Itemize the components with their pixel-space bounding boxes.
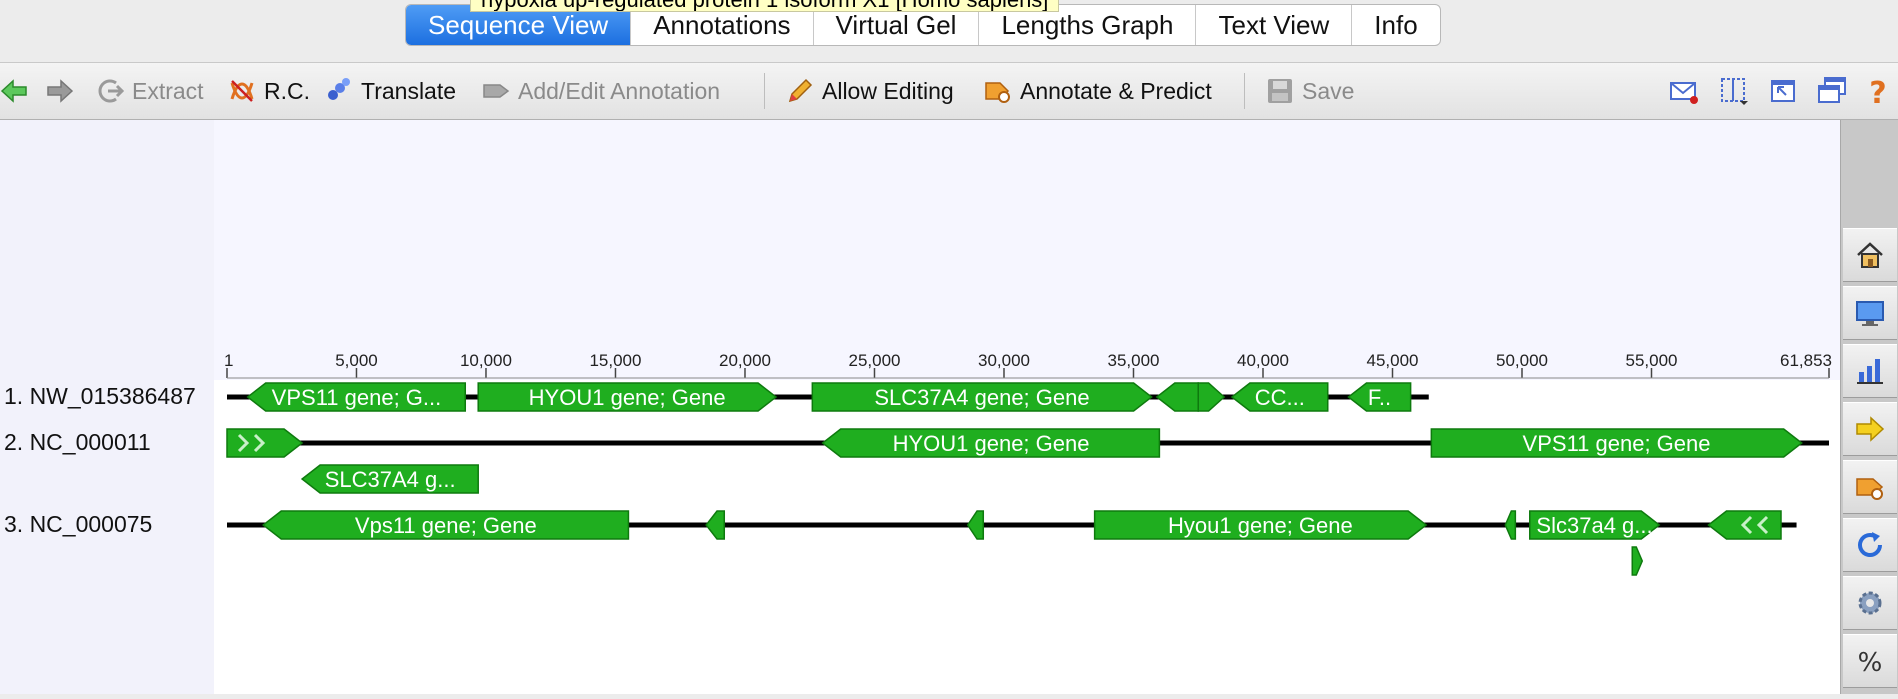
sequence-tracks: 1 5,000 10,000 15,000 20,000 25,000 30,000 35,0… xyxy=(0,120,1840,694)
ruler-tick-label: 5,000 xyxy=(335,351,378,370)
extract-label: Extract xyxy=(132,77,204,104)
arrow-left-icon xyxy=(0,77,28,105)
arrow-right-icon xyxy=(1856,416,1885,442)
svg-text:%: % xyxy=(1858,648,1883,677)
reverse-complement-icon xyxy=(228,77,256,105)
toolbar-separator xyxy=(1244,73,1245,109)
ruler-tick-label: 15,000 xyxy=(589,351,641,370)
bar-chart-icon xyxy=(1857,359,1883,384)
translate-label: Translate xyxy=(361,77,457,104)
annotation-feature xyxy=(1631,546,1644,576)
translate-button[interactable]: Translate xyxy=(325,63,456,119)
annotation-feature xyxy=(966,510,985,540)
translate-icon xyxy=(325,77,353,105)
refresh-icon xyxy=(1858,532,1882,557)
save-icon xyxy=(1266,77,1294,105)
display-button[interactable] xyxy=(1843,286,1897,340)
annotation-feature xyxy=(1197,382,1226,412)
annotation-label: VPS11 gene; G... xyxy=(272,385,442,410)
ruler-tick-label: 25,000 xyxy=(848,351,900,370)
annotate-icon xyxy=(1856,478,1884,500)
ruler-tick-label: 55,000 xyxy=(1626,351,1678,370)
annotation-label: CC... xyxy=(1255,385,1305,410)
email-icon[interactable] xyxy=(1668,75,1700,107)
sequence-view: 1. NW_015386487 2. NC_000011 3. NC_00007… xyxy=(0,120,1840,694)
split-view-icon[interactable] xyxy=(1718,75,1750,107)
monitor-icon xyxy=(1856,301,1884,326)
annotation-feature xyxy=(1155,382,1199,412)
tab-info[interactable]: Info xyxy=(1352,5,1439,45)
ruler-tick-label: 1 xyxy=(224,351,233,370)
annotation-label: VPS11 gene; Gene xyxy=(1523,431,1711,456)
settings-button[interactable] xyxy=(1843,576,1897,630)
ruler-tick-label: 10,000 xyxy=(460,351,512,370)
annotate-button[interactable] xyxy=(1843,460,1897,514)
annotate-predict-label: Annotate & Predict xyxy=(1020,77,1212,104)
annotation-label: SLC37A4 g... xyxy=(325,467,456,492)
help-icon[interactable]: ? xyxy=(1862,75,1894,107)
side-panel: % xyxy=(1840,120,1898,694)
rc-label: R.C. xyxy=(264,77,310,104)
annotation-label: F.. xyxy=(1368,385,1391,410)
annotation-feature xyxy=(1504,510,1517,540)
refresh-button[interactable] xyxy=(1843,518,1897,572)
back-button[interactable] xyxy=(0,63,36,119)
annotation-arrow-button[interactable] xyxy=(1843,402,1897,456)
annotation-label: SLC37A4 gene; Gene xyxy=(874,385,1089,410)
annotation-label: HYOU1 gene; Gene xyxy=(529,385,726,410)
annotation-label: Slc37a4 g... xyxy=(1536,513,1652,538)
save-label: Save xyxy=(1302,77,1355,104)
ruler-tick-label: 50,000 xyxy=(1496,351,1548,370)
percent-button[interactable]: % xyxy=(1843,634,1897,688)
annotation-label: Vps11 gene; Gene xyxy=(355,513,537,538)
annotation-arrow-icon xyxy=(482,77,510,105)
toolbar-separator xyxy=(764,73,765,109)
statistics-button[interactable] xyxy=(1843,344,1897,398)
percent-icon: % xyxy=(1858,648,1883,677)
home-icon xyxy=(1857,242,1883,268)
extract-icon xyxy=(96,77,124,105)
ruler-tick-label: 61,853 xyxy=(1780,351,1832,370)
ruler-tick-label: 45,000 xyxy=(1366,351,1418,370)
allow-editing-label: Allow Editing xyxy=(822,77,954,104)
annotate-predict-icon xyxy=(984,77,1012,105)
annotation-label: HYOU1 gene; Gene xyxy=(893,431,1090,456)
svg-text:?: ? xyxy=(1869,76,1886,107)
add-edit-annotation-button[interactable]: Add/Edit Annotation xyxy=(482,63,720,119)
ruler-tick-label: 20,000 xyxy=(719,351,771,370)
pencil-icon xyxy=(786,77,814,105)
restore-window-icon[interactable] xyxy=(1768,75,1800,107)
annotation-label: Hyou1 gene; Gene xyxy=(1168,513,1353,538)
ruler-tick-label: 35,000 xyxy=(1107,351,1159,370)
extract-button[interactable]: Extract xyxy=(96,63,204,119)
tab-text-view[interactable]: Text View xyxy=(1196,5,1353,45)
home-button[interactable] xyxy=(1843,228,1897,282)
annotation-feature xyxy=(705,510,726,540)
new-window-icon[interactable] xyxy=(1816,75,1848,107)
reverse-complement-button[interactable]: R.C. xyxy=(228,63,310,119)
toolbar: Extract R.C. Translate Add/Edit Annotati… xyxy=(0,62,1898,120)
save-button[interactable]: Save xyxy=(1266,63,1354,119)
gear-icon xyxy=(1858,591,1882,615)
arrow-right-icon xyxy=(46,77,74,105)
tab-bar: Sequence View Annotations Virtual Gel Le… xyxy=(0,0,1898,62)
ruler-tick-label: 40,000 xyxy=(1237,351,1289,370)
allow-editing-button[interactable]: Allow Editing xyxy=(786,63,954,119)
add-annotation-label: Add/Edit Annotation xyxy=(518,77,721,104)
tooltip: hypoxia up-regulated protein 1 isoform X… xyxy=(470,0,1060,12)
ruler-tick-label: 30,000 xyxy=(978,351,1030,370)
forward-button[interactable] xyxy=(46,63,82,119)
tracks-svg: 1 5,000 10,000 15,000 20,000 25,000 30,000 35,0… xyxy=(224,351,1832,576)
annotate-predict-button[interactable]: Annotate & Predict xyxy=(984,63,1212,119)
